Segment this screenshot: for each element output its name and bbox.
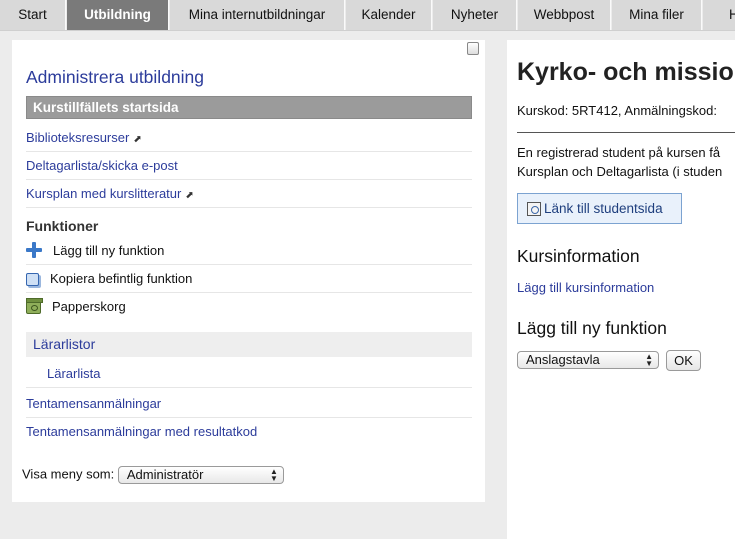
ok-button[interactable]: OK [666,350,701,371]
function-type-value: Anslagstavla [526,352,600,367]
teacher-lists-heading[interactable]: Lärarlistor [26,332,472,357]
link-row-library: Biblioteksresurser ⬈ [26,124,472,152]
student-page-link-button[interactable]: Länk till studentsida [517,193,682,224]
link-row-exam-result: Tentamensanmälningar med resultatkod [26,418,472,446]
student-page-label: Länk till studentsida [544,201,663,216]
plus-icon [26,242,42,258]
functions-heading: Funktioner [26,218,99,234]
menu-role-select[interactable]: Administratör ▲ ▼ [117,466,284,484]
main-tab-bar: Start Utbildning Mina internutbildningar… [0,0,735,31]
link-row-syllabus: Kursplan med kurslitteratur ⬈ [26,180,472,208]
tab-mina-internutbildningar[interactable]: Mina internutbildningar [170,0,345,30]
info-line-1: En registrerad student på kursen få [517,145,721,160]
select-arrows-icon: ▲ ▼ [645,352,653,368]
admin-panel: Administrera utbildning Kurstillfällets … [12,40,485,502]
menu-role-value: Administratör [126,467,204,482]
tab-kalender[interactable]: Kalender [346,0,432,30]
add-function-heading: Lägg till ny funktion [517,318,667,338]
course-info-text: En registrerad student på kursen få Kurs… [517,143,722,181]
link-row-participants: Deltagarlista/skicka e-post [26,152,472,180]
external-link-icon: ⬈ [185,190,194,201]
copy-icon [26,273,39,286]
course-info-heading: Kursinformation [517,246,640,266]
course-start-page-item[interactable]: Kurstillfällets startsida [26,96,472,119]
copy-function-label: Kopiera befintlig funktion [50,271,193,286]
function-type-select[interactable]: Anslagstavla ▲ ▼ [517,351,659,369]
library-resources-link[interactable]: Biblioteksresurser [26,130,129,145]
tab-nyheter[interactable]: Nyheter [433,0,517,30]
syllabus-link[interactable]: Kursplan med kurslitteratur [26,186,181,201]
course-code: Kurskod: 5RT412, Anmälningskod: [517,103,717,118]
divider [517,132,735,133]
trash-item[interactable]: Papperskorg [26,293,472,321]
preview-icon [527,202,541,216]
link-row-exam: Tentamensanmälningar [26,390,472,418]
exam-registrations-result-link[interactable]: Tentamensanmälningar med resultatkod [26,424,257,439]
panel-toggle-checkbox[interactable] [467,42,479,55]
add-function-label: Lägg till ny funktion [53,243,165,258]
add-function-item[interactable]: Lägg till ny funktion [26,237,472,265]
menu-as-label: Visa meny som: [22,466,115,482]
exam-registrations-link[interactable]: Tentamensanmälningar [26,396,161,411]
tab-utbildning[interactable]: Utbildning [67,0,169,30]
trash-icon [26,298,43,314]
add-course-info-link[interactable]: Lägg till kursinformation [517,280,654,295]
tab-start[interactable]: Start [0,0,66,30]
tab-mina-filer[interactable]: Mina filer [612,0,702,30]
trash-label: Papperskorg [52,299,126,314]
select-arrows-icon: ▲ ▼ [269,467,278,483]
course-panel: Kyrko- och missio Kurskod: 5RT412, Anmäl… [507,40,735,539]
course-title: Kyrko- och missio [517,58,734,86]
info-line-2: Kursplan och Deltagarlista (i studen [517,164,723,179]
teacher-list-link[interactable]: Lärarlista [47,366,100,381]
menu-view-control: Visa meny som: Administratör ▲ ▼ [22,466,284,484]
tab-webbpost[interactable]: Webbpost [518,0,611,30]
link-row-teacher-list: Lärarlista [26,360,472,388]
external-link-icon: ⬈ [133,134,142,145]
tab-hjalp[interactable]: Hjä [703,0,735,30]
participant-list-link[interactable]: Deltagarlista/skicka e-post [26,158,178,173]
admin-title: Administrera utbildning [26,67,205,87]
copy-function-item[interactable]: Kopiera befintlig funktion [26,265,472,293]
